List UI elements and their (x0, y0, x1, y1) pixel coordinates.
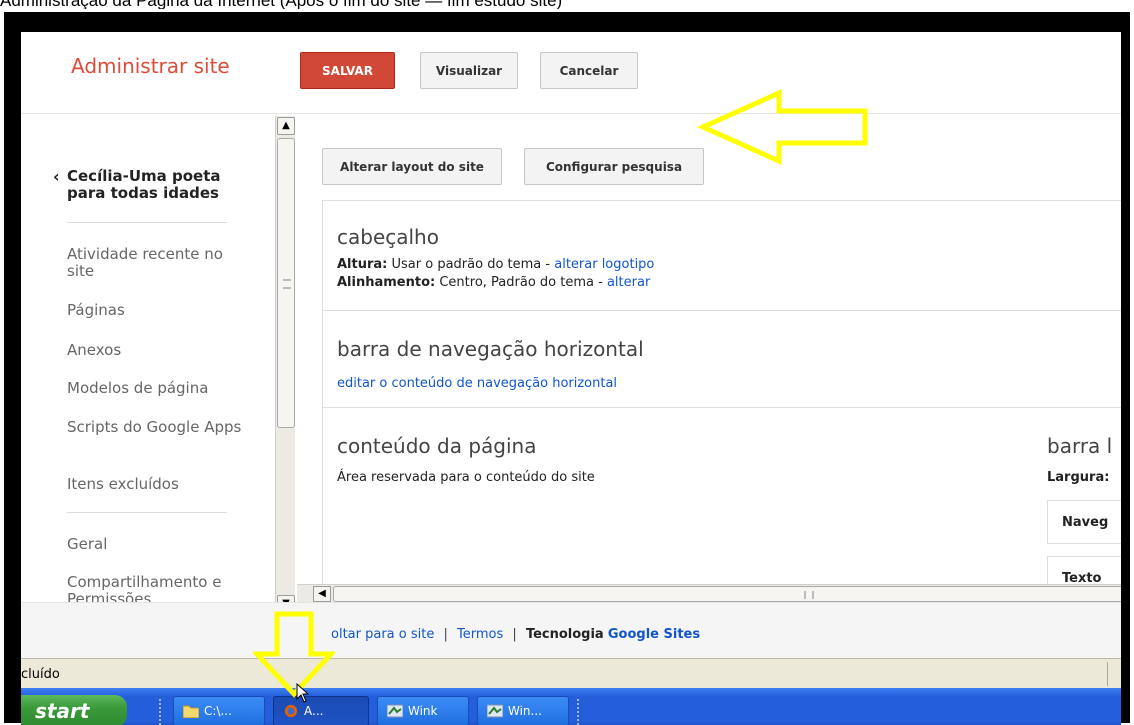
layout-panel: cabeçalho Altura: Usar o padrão do tema … (322, 200, 1121, 584)
browser-status-bar: cluído (21, 658, 1121, 688)
sidebar-item-apps-scripts[interactable]: Scripts do Google Apps (67, 419, 247, 436)
content-section: conteúdo da página Área reservada para o… (323, 408, 1121, 584)
page-title: Administrar site (71, 54, 230, 78)
taskbar-item-explorer[interactable]: C:\... (173, 696, 265, 725)
tech-label: Tecnologia (525, 627, 604, 642)
sidebar-item-general[interactable]: Geral (67, 536, 247, 553)
height-value: Usar o padrão do tema - (391, 257, 551, 272)
taskbar-item-wink-2[interactable]: Win... (477, 696, 569, 725)
section-title: barra de navegação horizontal (337, 337, 644, 361)
sidebar-item-deleted-items[interactable]: Itens excluídos (67, 476, 247, 493)
alignment-value: Centro, Padrão do tema - (439, 275, 603, 290)
status-text: cluído (21, 667, 60, 682)
divider (67, 222, 227, 223)
sidebar-item-recent-activity[interactable]: Atividade recente no site (67, 246, 247, 280)
scrollbar-thumb[interactable] (333, 586, 1121, 602)
browser-screen: Administrar site SALVAR Visualizar Cance… (21, 32, 1121, 725)
site-name: Cecília-Uma poeta para todas idades (67, 167, 221, 202)
screenshot-frame: Administrar site SALVAR Visualizar Cance… (4, 12, 1130, 725)
configure-search-button[interactable]: Configurar pesquisa (524, 148, 704, 185)
wink-icon (387, 704, 403, 718)
width-label: Largura: (1047, 470, 1110, 485)
save-button[interactable]: SALVAR (300, 52, 395, 89)
site-footer: oltar para o site | Termos | Tecnologia … (21, 602, 1121, 658)
vertical-scrollbar[interactable]: ▲ ▼ (275, 116, 295, 614)
height-label: Altura: (337, 257, 388, 272)
sidebar-item-attachments[interactable]: Anexos (67, 342, 247, 359)
task-label: Wink (408, 704, 438, 718)
alignment-row: Alinhamento: Centro, Padrão do tema - al… (337, 275, 650, 290)
sidebar-item-pages[interactable]: Páginas (67, 302, 247, 319)
change-layout-button[interactable]: Alterar layout do site (322, 148, 502, 185)
section-title: conteúdo da página (337, 434, 537, 458)
google-sites-link[interactable]: Google Sites (608, 627, 700, 642)
scrollbar-thumb[interactable] (277, 138, 295, 428)
admin-header: Administrar site SALVAR Visualizar Cance… (21, 32, 1121, 114)
status-divider (1107, 662, 1119, 686)
sidebar-item-page-templates[interactable]: Modelos de página (67, 380, 247, 397)
main-content: Alterar layout do site Configurar pesqui… (296, 114, 1121, 584)
change-logo-link[interactable]: alterar logotipo (554, 257, 654, 272)
back-to-site-link[interactable]: ‹ Cecília-Uma poeta para todas idades (53, 167, 257, 202)
separator: | (443, 627, 448, 642)
taskbar-grip (577, 699, 581, 725)
annotation-arrow-down-icon (253, 611, 335, 698)
grip-icon (804, 591, 814, 599)
preview-button[interactable]: Visualizar (420, 52, 518, 89)
document-caption: Administração da Página da Internet (Apó… (0, 0, 1134, 9)
footer-links: oltar para o site | Termos | Tecnologia … (331, 627, 700, 642)
horizontal-scrollbar[interactable]: ◀ (297, 584, 1121, 602)
chevron-left-icon: ‹ (53, 167, 60, 186)
annotation-arrow-left-icon (697, 89, 868, 165)
firefox-icon (284, 704, 298, 718)
task-label: Win... (508, 704, 542, 718)
separator: | (512, 627, 517, 642)
back-to-site-footer-link[interactable]: oltar para o site (331, 627, 434, 642)
height-row: Altura: Usar o padrão do tema - alterar … (337, 257, 654, 272)
sidebar-widget-nav[interactable]: Naveg (1047, 500, 1121, 544)
divider (67, 512, 227, 513)
taskbar-grip (159, 699, 163, 725)
scroll-up-icon[interactable]: ▲ (277, 117, 295, 135)
task-label: A... (304, 704, 324, 718)
folder-icon (183, 705, 199, 718)
task-label: C:\... (204, 704, 232, 718)
cancel-button[interactable]: Cancelar (540, 52, 638, 89)
terms-link[interactable]: Termos (457, 627, 503, 642)
admin-sidebar: ‹ Cecília-Uma poeta para todas idades At… (21, 114, 275, 616)
header-section: cabeçalho Altura: Usar o padrão do tema … (323, 201, 1121, 311)
section-title: cabeçalho (337, 225, 439, 249)
grip-icon (283, 279, 291, 289)
change-alignment-link[interactable]: alterar (607, 275, 650, 290)
sidebar-column-title: barra l (1047, 434, 1113, 458)
start-button[interactable]: start (21, 695, 127, 725)
content-description: Área reservada para o conteúdo do site (337, 470, 595, 485)
alignment-label: Alinhamento: (337, 275, 436, 290)
windows-taskbar: start C:\... A... Wink Win... (21, 688, 1121, 725)
wink-icon (487, 704, 503, 718)
nav-section: barra de navegação horizontal editar o c… (323, 311, 1121, 408)
edit-nav-link[interactable]: editar o conteúdo de navegação horizonta… (337, 376, 617, 391)
sidebar-widget-text[interactable]: Texto (1047, 556, 1121, 584)
scroll-left-icon[interactable]: ◀ (313, 586, 331, 602)
taskbar-item-firefox[interactable]: A... (273, 696, 369, 725)
taskbar-item-wink[interactable]: Wink (377, 696, 469, 725)
mouse-cursor-icon (296, 683, 310, 703)
